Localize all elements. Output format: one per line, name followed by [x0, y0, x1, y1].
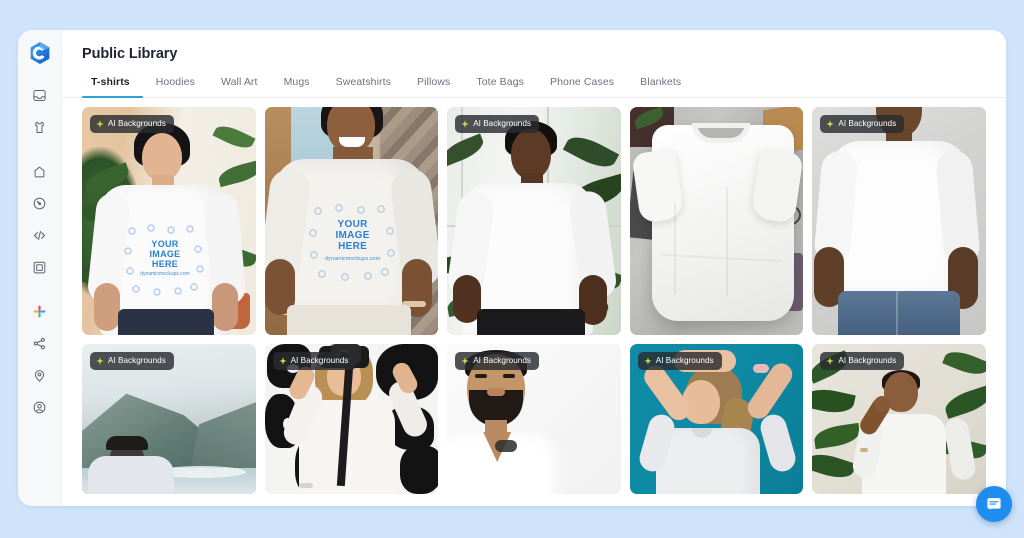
mockup-card[interactable]: AI Backgrounds	[812, 107, 986, 335]
tab-hoodies[interactable]: Hoodies	[143, 76, 208, 97]
mockup-card[interactable]: AI Backgrounds	[812, 344, 986, 494]
target-icon	[33, 197, 46, 209]
print-line-3: HERE	[151, 259, 179, 270]
mockup-grid-scroll[interactable]: YOUR IMAGE HERE dynamicmockups.com AI Ba…	[62, 98, 1006, 506]
chat-launcher-button[interactable]	[976, 486, 1012, 522]
sparkle-icon	[96, 120, 104, 128]
sidebar	[18, 30, 62, 506]
print-line-3: HERE	[338, 241, 368, 253]
card-4-image	[629, 107, 804, 335]
sidebar-item-share[interactable]	[25, 328, 55, 358]
tab-sweatshirts[interactable]: Sweatshirts	[323, 76, 404, 97]
sparkle-icon	[644, 357, 652, 365]
mockup-card[interactable]: AI Backgrounds	[82, 344, 256, 494]
mockup-card[interactable]: YOUR IMAGE HERE dynamicmockups.com AI Ba…	[82, 107, 256, 335]
mockup-card[interactable]: AI Backgrounds	[447, 107, 621, 335]
app-logo[interactable]	[27, 40, 53, 66]
apps-icon	[33, 305, 46, 317]
tab-pillows[interactable]: Pillows	[404, 76, 463, 97]
main-content: Public Library T-shirts Hoodies Wall Art…	[62, 30, 1006, 506]
sparkle-icon	[278, 357, 287, 365]
mockup-card[interactable]: AI Backgrounds	[629, 344, 804, 494]
location-icon	[34, 369, 45, 382]
badge-label: AI Backgrounds	[290, 356, 349, 365]
share-icon	[33, 337, 45, 349]
shirt-print: YOUR IMAGE HERE dynamicmockups.com	[317, 219, 389, 262]
ai-backgrounds-badge[interactable]: AI Backgrounds	[637, 352, 722, 371]
tab-wall-art[interactable]: Wall Art	[208, 76, 271, 97]
badge-label: AI Backgrounds	[473, 356, 531, 365]
sidebar-item-account[interactable]	[25, 392, 55, 422]
tshirt-icon	[35, 121, 44, 133]
sidebar-item-smart-objects[interactable]	[25, 188, 55, 218]
sidebar-item-api[interactable]	[25, 220, 55, 250]
print-line-1: YOUR	[337, 219, 368, 230]
page-title: Public Library	[82, 46, 178, 62]
ai-backgrounds-badge[interactable]: AI Backgrounds	[820, 115, 905, 134]
mockup-card[interactable]: AI Backgrounds	[447, 344, 621, 494]
sidebar-item-location[interactable]	[25, 360, 55, 390]
account-icon	[33, 401, 46, 413]
ai-backgrounds-badge[interactable]: AI Backgrounds	[90, 352, 174, 371]
sidebar-item-apparel[interactable]	[25, 112, 55, 142]
dynamic-mockups-logo-icon	[30, 41, 49, 65]
inbox-icon	[33, 89, 46, 101]
print-line-2: IMAGE	[149, 249, 181, 260]
sparkle-icon	[826, 357, 835, 365]
badge-label: AI Backgrounds	[473, 119, 531, 128]
mockup-card[interactable]	[629, 107, 804, 335]
sparkle-icon	[826, 120, 835, 128]
sparkle-icon	[461, 120, 469, 128]
badge-label: AI Backgrounds	[655, 356, 714, 365]
ai-backgrounds-badge[interactable]: AI Backgrounds	[455, 115, 539, 134]
sidebar-item-integrations[interactable]	[25, 296, 55, 326]
ai-backgrounds-badge[interactable]: AI Backgrounds	[455, 352, 539, 371]
ai-backgrounds-badge[interactable]: AI Backgrounds	[820, 352, 905, 371]
category-tabbar: T-shirts Hoodies Wall Art Mugs Sweatshir…	[62, 76, 1006, 98]
page-header: Public Library	[62, 30, 1006, 62]
card-5-image	[812, 107, 986, 335]
frame-icon	[33, 261, 46, 273]
print-line-2: IMAGE	[335, 230, 370, 242]
ai-backgrounds-badge[interactable]: AI Backgrounds	[90, 115, 174, 134]
sparkle-icon	[96, 357, 104, 365]
mockup-card[interactable]: AI Backgrounds	[264, 344, 439, 494]
sidebar-item-bags[interactable]	[25, 156, 55, 186]
print-line-1: YOUR	[151, 239, 179, 249]
badge-label: AI Backgrounds	[108, 356, 166, 365]
shirt-print: YOUR IMAGE HERE dynamicmockups.com	[132, 239, 198, 278]
ai-backgrounds-badge[interactable]: AI Backgrounds	[272, 352, 357, 371]
card-3-image	[447, 107, 621, 335]
tab-phone-cases[interactable]: Phone Cases	[537, 76, 627, 97]
sparkle-icon	[461, 357, 469, 365]
print-url: dynamicmockups.com	[140, 271, 190, 278]
tab-blankets[interactable]: Blankets	[627, 76, 694, 97]
sidebar-item-inbox[interactable]	[25, 80, 55, 110]
badge-label: AI Backgrounds	[108, 119, 166, 128]
chat-bubble-icon	[987, 498, 1001, 510]
badge-label: AI Backgrounds	[838, 119, 897, 128]
print-url: dynamicmockups.com	[324, 255, 381, 262]
tab-t-shirts[interactable]: T-shirts	[82, 76, 143, 98]
card-1-image	[82, 107, 256, 335]
mockup-grid: YOUR IMAGE HERE dynamicmockups.com AI Ba…	[82, 107, 986, 494]
sidebar-item-frames[interactable]	[25, 252, 55, 282]
tab-mugs[interactable]: Mugs	[271, 76, 323, 97]
app-window: Public Library T-shirts Hoodies Wall Art…	[18, 30, 1006, 506]
bag-icon	[34, 166, 45, 177]
badge-label: AI Backgrounds	[838, 356, 897, 365]
tab-tote-bags[interactable]: Tote Bags	[463, 76, 537, 97]
mockup-card[interactable]: YOUR IMAGE HERE dynamicmockups.com	[264, 107, 439, 335]
code-icon	[33, 230, 46, 240]
